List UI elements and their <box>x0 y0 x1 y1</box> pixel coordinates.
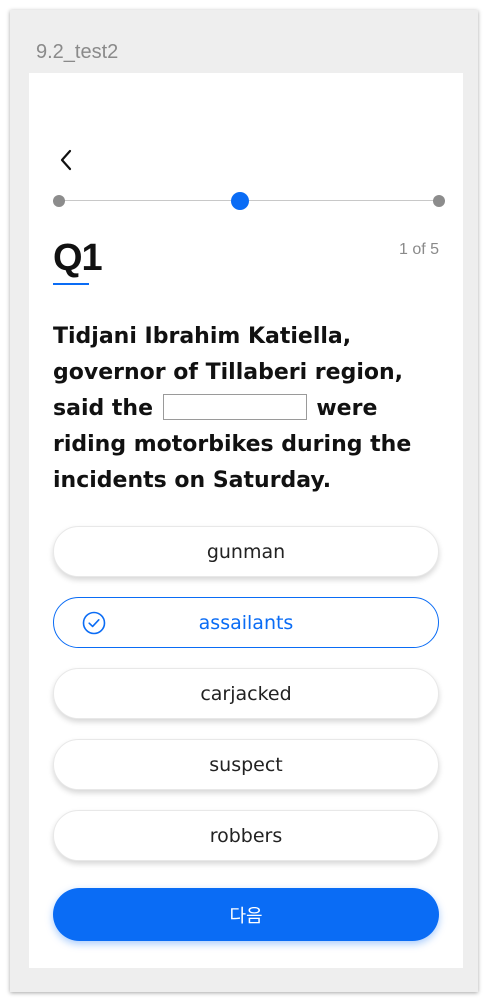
question-text: Tidjani Ibrahim Katiella, governor of Ti… <box>53 319 413 499</box>
option-gunman[interactable]: gunman <box>53 526 439 577</box>
question-number-underline <box>53 283 89 285</box>
option-label: robbers <box>209 824 283 847</box>
option-label: suspect <box>209 753 283 776</box>
progress-stepper <box>53 191 445 211</box>
next-button[interactable]: 다음 <box>53 888 439 941</box>
option-suspect[interactable]: suspect <box>53 739 439 790</box>
answer-blank <box>162 394 307 420</box>
step-dot-3 <box>433 195 445 207</box>
back-button[interactable] <box>55 145 75 175</box>
window-title: 9.2_test2 <box>36 41 119 63</box>
option-carjacked[interactable]: carjacked <box>53 668 439 719</box>
option-label: assailants <box>198 611 294 634</box>
answer-options: gunman assailants carjacked suspect robb… <box>53 526 439 881</box>
next-button-label: 다음 <box>229 905 263 927</box>
check-circle-icon <box>82 611 106 635</box>
option-label: carjacked <box>200 682 292 705</box>
question-progress: 1 of 5 <box>398 241 439 258</box>
question-number: Q1 <box>53 237 103 279</box>
step-dot-2-current <box>231 192 249 210</box>
app-frame: 9.2_test2 Q1 1 of 5 Tidjani Ibrahim Kati… <box>10 10 478 992</box>
step-dot-1 <box>53 195 65 207</box>
chevron-left-icon <box>60 149 72 171</box>
option-label: gunman <box>206 540 286 563</box>
option-assailants[interactable]: assailants <box>53 597 439 648</box>
option-robbers[interactable]: robbers <box>53 810 439 861</box>
quiz-card: Q1 1 of 5 Tidjani Ibrahim Katiella, gove… <box>29 73 463 968</box>
stepper-line <box>59 200 439 201</box>
